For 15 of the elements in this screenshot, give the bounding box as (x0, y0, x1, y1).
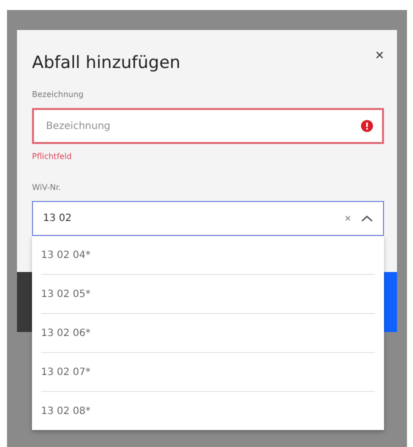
dropdown-option[interactable]: 13 02 05* (41, 275, 375, 314)
combo-box[interactable]: 13 02 × (32, 201, 384, 236)
dropdown-option[interactable]: 13 02 07* (41, 353, 375, 392)
dropdown-option[interactable]: 13 02 04* (41, 236, 375, 275)
name-field[interactable]: Bezeichnung (32, 108, 384, 144)
field-label: Bezeichnung (32, 90, 85, 99)
error-icon (361, 120, 373, 132)
chevron-icon (361, 214, 373, 222)
dropdown-option[interactable]: 13 02 06* (41, 314, 375, 353)
error-message: Pflichtfeld (32, 152, 73, 161)
dialog-title: Abfall hinzufügen (32, 53, 180, 73)
close-button[interactable]: × (375, 47, 384, 64)
clear-button[interactable]: × (344, 212, 351, 224)
field-label: WiV-Nr. (32, 183, 62, 192)
dropdown-option[interactable]: 13 02 08* (41, 392, 375, 430)
